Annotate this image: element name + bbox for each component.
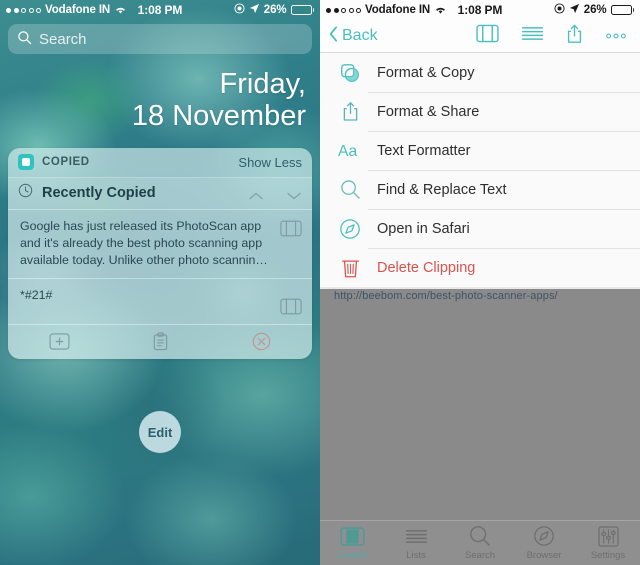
- tab-label: Browser: [526, 549, 562, 561]
- show-less-button[interactable]: Show Less: [238, 155, 302, 170]
- safari-compass-icon: [338, 218, 362, 240]
- svg-text:Aa: Aa: [338, 143, 357, 160]
- trash-icon: [338, 257, 362, 279]
- list-item[interactable]: *#21#: [8, 278, 312, 325]
- do-not-disturb-icon: [234, 3, 245, 17]
- widget-title: COPIED: [42, 156, 90, 169]
- chevron-down-icon[interactable]: [286, 188, 302, 200]
- tab-label: Search: [464, 549, 496, 561]
- search-icon: [17, 30, 32, 49]
- clipping-text: *#21#: [20, 287, 53, 302]
- x-circle-icon: [252, 332, 271, 351]
- plus-square-icon: [49, 333, 70, 350]
- action-menu: Format & Copy Format & Share Aa Text For…: [320, 53, 640, 287]
- clipping-detail-background: http://beebom.com/best-photo-scanner-app…: [320, 289, 640, 514]
- menu-item-label: Find & Replace Text: [377, 181, 507, 198]
- text-aa-icon: Aa: [338, 141, 362, 160]
- tab-search[interactable]: Search: [448, 526, 512, 561]
- menu-item-format-share[interactable]: Format & Share: [320, 92, 640, 131]
- weekday-label: Friday,: [219, 68, 306, 100]
- share-icon[interactable]: [566, 24, 583, 49]
- back-button[interactable]: Back: [329, 25, 378, 47]
- dual-screenshot: Vodafone IN 1:08 PM 26% Search Friday, 1…: [0, 0, 640, 565]
- status-bar: Vodafone IN 1:08 PM 26%: [320, 0, 640, 20]
- tab-browser[interactable]: Browser: [512, 526, 576, 561]
- menu-item-find-replace[interactable]: Find & Replace Text: [320, 170, 640, 209]
- navigation-bar: Back: [320, 20, 640, 53]
- tab-copied[interactable]: Copied: [320, 526, 384, 561]
- widget-footer: [8, 324, 312, 359]
- day-month-label: 18 November: [131, 100, 306, 133]
- clear-button[interactable]: [252, 332, 271, 351]
- tab-label: Lists: [406, 549, 426, 561]
- search-icon: [469, 526, 491, 547]
- menu-item-label: Text Formatter: [377, 142, 471, 159]
- clipboard-icon: [154, 332, 168, 351]
- menu-item-open-safari[interactable]: Open in Safari: [320, 209, 640, 248]
- menu-item-format-copy[interactable]: Format & Copy: [320, 53, 640, 92]
- list-lines-icon: [405, 526, 428, 547]
- tab-label: Copied: [336, 549, 368, 561]
- sliders-icon: [597, 525, 619, 547]
- battery-percent-label: 26%: [263, 4, 287, 16]
- location-arrow-icon: [249, 3, 260, 17]
- left-screen-today-view: Vodafone IN 1:08 PM 26% Search Friday, 1…: [0, 0, 320, 565]
- search-icon: [338, 179, 362, 200]
- menu-item-text-formatter[interactable]: Aa Text Formatter: [320, 131, 640, 170]
- list-item[interactable]: Google has just released its PhotoScan a…: [8, 209, 312, 279]
- battery-icon: [290, 5, 314, 15]
- tab-lists[interactable]: Lists: [384, 526, 448, 561]
- copied-widget: COPIED Show Less Recently Copied Google …: [8, 147, 312, 359]
- copied-app-icon: [18, 154, 34, 171]
- battery-icon: [610, 5, 634, 15]
- status-bar: Vodafone IN 1:08 PM 26%: [0, 0, 320, 20]
- status-right: 26%: [554, 3, 634, 17]
- clipboard-button[interactable]: [152, 332, 169, 351]
- date-display: Friday, 18 November: [0, 68, 320, 133]
- tab-label: Settings: [590, 549, 626, 561]
- status-right: 26%: [234, 3, 314, 17]
- edit-button[interactable]: Edit: [139, 411, 181, 453]
- do-not-disturb-icon: [554, 3, 565, 17]
- search-input[interactable]: Search: [8, 24, 312, 54]
- widget-header: COPIED Show Less: [8, 148, 312, 178]
- clipping-text: Google has just released its PhotoScan a…: [20, 218, 268, 267]
- format-copy-icon: [338, 62, 362, 84]
- nav-actions: [476, 24, 631, 49]
- section-label: Recently Copied: [42, 185, 156, 202]
- safari-compass-icon: [533, 526, 555, 547]
- menu-item-delete-clipping[interactable]: Delete Clipping: [320, 248, 640, 287]
- location-arrow-icon: [569, 3, 580, 17]
- clipping-card-icon[interactable]: [476, 24, 499, 48]
- battery-percent-label: 26%: [583, 4, 607, 16]
- clipping-card-icon[interactable]: [280, 220, 302, 237]
- right-screen-copied-app: Vodafone IN 1:08 PM 26% Back Format & Co…: [320, 0, 640, 565]
- widget-section-header[interactable]: Recently Copied: [8, 177, 312, 210]
- tab-settings[interactable]: Settings: [576, 525, 640, 561]
- chevron-up-icon[interactable]: [248, 188, 264, 200]
- menu-item-label: Open in Safari: [377, 220, 470, 237]
- chevron-left-icon: [329, 25, 338, 47]
- clipping-card-icon: [339, 526, 365, 547]
- menu-item-label: Format & Copy: [377, 64, 475, 81]
- list-lines-icon[interactable]: [521, 26, 544, 46]
- tab-bar: Copied Lists Search Browser Settings: [320, 520, 640, 565]
- share-icon: [338, 101, 362, 122]
- menu-item-label: Delete Clipping: [377, 259, 476, 276]
- clock-icon: [18, 183, 33, 203]
- section-chevrons: [248, 188, 302, 200]
- clipping-card-icon[interactable]: [280, 298, 302, 315]
- add-clipping-button[interactable]: [49, 333, 70, 350]
- more-dots-icon[interactable]: [605, 27, 627, 45]
- search-placeholder: Search: [39, 30, 87, 48]
- clipping-url-text: http://beebom.com/best-photo-scanner-app…: [334, 290, 558, 302]
- menu-item-label: Format & Share: [377, 103, 480, 120]
- back-label: Back: [342, 27, 378, 44]
